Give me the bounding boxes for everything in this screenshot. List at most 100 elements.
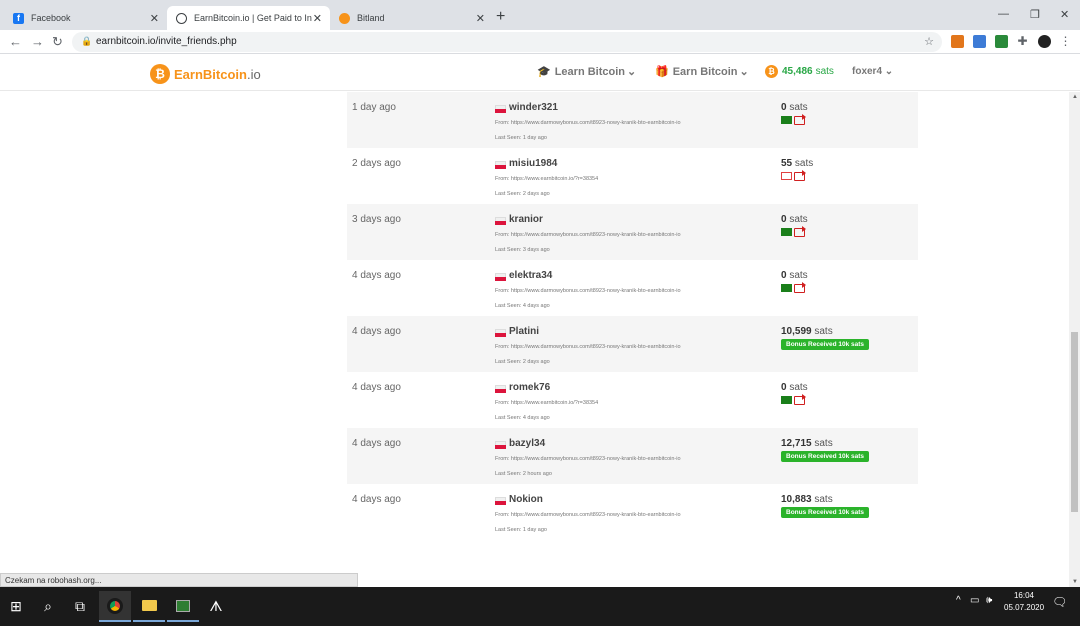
- close-window-button[interactable]: ✕: [1060, 8, 1069, 21]
- volume-icon[interactable]: 🕪: [986, 595, 992, 606]
- last-seen: Last Seen: 2 hours ago: [495, 471, 552, 477]
- page-scrollbar[interactable]: ▲ ▼: [1069, 92, 1080, 587]
- chevron-up-icon[interactable]: ^: [956, 595, 961, 606]
- balance-display[interactable]: ₿ 45,486 sats: [765, 65, 834, 78]
- tab-title: Bitland: [357, 13, 385, 23]
- file-explorer-icon[interactable]: [133, 591, 165, 622]
- share-icon[interactable]: [794, 394, 806, 405]
- referral-list: 1 day ago winder321 From: https://www.darm…: [0, 92, 1069, 587]
- poland-flag-icon: [495, 329, 506, 337]
- close-icon[interactable]: ✕: [150, 12, 159, 25]
- profile-icon[interactable]: [1038, 35, 1051, 48]
- close-icon[interactable]: ✕: [313, 12, 322, 25]
- envelope-icon[interactable]: [781, 228, 792, 236]
- joined-time: 4 days ago: [352, 438, 401, 449]
- search-icon[interactable]: ⌕: [32, 591, 64, 622]
- chevron-down-icon: ⌄: [884, 66, 894, 77]
- new-tab-button[interactable]: +: [496, 8, 505, 26]
- last-seen: Last Seen: 4 days ago: [495, 415, 550, 421]
- logo-io: .io: [246, 66, 261, 82]
- browser-tab-strip: f Facebook ✕ EarnBitcoin.io | Get Paid t…: [0, 0, 1080, 30]
- envelope-icon[interactable]: [781, 396, 792, 404]
- url-text[interactable]: earnbitcoin.io/invite_friends.php: [96, 36, 237, 47]
- windows-taskbar: ⊞ ⌕ ⧉ ᗑ ^ ▭ 🕪 16:04 05.07.2020 🗨: [0, 587, 1080, 626]
- earnbitcoin-logo[interactable]: ₿ EarnBitcoin.io: [150, 64, 261, 84]
- scroll-up-icon[interactable]: ▲: [1072, 94, 1078, 100]
- share-icon[interactable]: [794, 170, 806, 181]
- joined-time: 2 days ago: [352, 158, 401, 169]
- referral-source: From: https://www.darmowybonus.com/t8923…: [495, 288, 681, 294]
- share-icon[interactable]: [794, 282, 806, 293]
- tab-earnbitcoin[interactable]: EarnBitcoin.io | Get Paid to Invite ✕: [167, 6, 330, 30]
- joined-time: 4 days ago: [352, 382, 401, 393]
- close-icon[interactable]: ✕: [476, 12, 485, 25]
- referral-source: From: https://www.earnbitcoin.io/?r=3835…: [495, 176, 599, 182]
- extension-icon[interactable]: [973, 35, 986, 48]
- clock-date: 05.07.2020: [1004, 603, 1045, 612]
- last-seen: Last Seen: 1 day ago: [495, 527, 547, 533]
- referral-source: From: https://www.darmowybonus.com/t8923…: [495, 344, 681, 350]
- graduation-cap-icon: 🎓: [537, 66, 551, 78]
- balance-value: 45,486: [782, 66, 813, 77]
- tab-bitland[interactable]: Bitland ✕: [330, 6, 493, 30]
- logo-earn: Earn: [174, 66, 203, 82]
- sats-value: 55: [781, 158, 793, 169]
- kebab-menu-icon[interactable]: ⋮: [1059, 35, 1072, 48]
- notifications-icon[interactable]: 🗨: [1052, 595, 1067, 609]
- network-icon[interactable]: ▭: [970, 595, 979, 606]
- forward-arrow-icon[interactable]: →: [31, 34, 44, 49]
- task-view-icon[interactable]: ⧉: [64, 591, 96, 622]
- share-icon[interactable]: [794, 114, 806, 125]
- action-icons: [781, 226, 806, 237]
- reload-icon[interactable]: ↻: [52, 34, 63, 50]
- globe-icon: [176, 12, 187, 24]
- facebook-icon: f: [13, 12, 24, 24]
- windows-start-icon[interactable]: ⊞: [0, 591, 32, 622]
- menu-label: Learn Bitcoin: [554, 65, 625, 78]
- sats-value: 10,599: [781, 326, 812, 337]
- referral-username: winder321: [509, 102, 558, 113]
- address-bar[interactable]: 🔒 earnbitcoin.io/invite_friends.php ☆: [72, 32, 942, 52]
- metamask-icon[interactable]: [951, 35, 964, 48]
- browser-toolbar: ← → ↻ 🔒 earnbitcoin.io/invite_friends.ph…: [0, 30, 1080, 54]
- sats-unit: sats: [789, 382, 808, 393]
- bonus-badge: Bonus Received 10k sats: [781, 451, 870, 462]
- poland-flag-icon: [495, 385, 506, 393]
- share-icon[interactable]: [794, 226, 806, 237]
- aorus-app-icon[interactable]: ᗑ: [200, 591, 232, 622]
- puzzle-icon[interactable]: ✚: [1016, 35, 1029, 48]
- scroll-down-icon[interactable]: ▼: [1072, 579, 1078, 585]
- poland-flag-icon: [495, 497, 506, 505]
- username: foxer4: [852, 66, 883, 77]
- envelope-icon[interactable]: [781, 116, 792, 124]
- referral-row: 4 days ago bazyl34 From: https://www.darmo…: [347, 428, 918, 484]
- back-arrow-icon[interactable]: ←: [9, 34, 22, 49]
- minimize-button[interactable]: —: [998, 8, 1009, 20]
- star-icon[interactable]: ☆: [924, 35, 934, 48]
- bitcoin-icon: ₿: [150, 64, 170, 84]
- bonus-badge: Bonus Received 10k sats: [781, 339, 870, 350]
- sats-unit: sats: [789, 214, 808, 225]
- taskbar-clock[interactable]: 16:04 05.07.2020: [1004, 590, 1044, 614]
- user-menu[interactable]: foxer4 ⌄: [852, 66, 893, 77]
- chevron-down-icon: ⌄: [627, 66, 637, 78]
- envelope-icon[interactable]: [781, 284, 792, 292]
- scrollbar-thumb[interactable]: [1071, 332, 1078, 512]
- tab-facebook[interactable]: f Facebook ✕: [4, 6, 167, 30]
- referral-row: 1 day ago winder321 From: https://www.darm…: [347, 92, 918, 148]
- envelope-icon[interactable]: [781, 172, 792, 180]
- referral-source: From: https://www.darmowybonus.com/t8923…: [495, 456, 681, 462]
- tab-title: Facebook: [31, 13, 71, 23]
- referral-earnings: 12,715 sats: [781, 438, 833, 449]
- referral-earnings: 0 sats: [781, 270, 808, 281]
- menu-earn-bitcoin[interactable]: 🎁 Earn Bitcoin ⌄: [655, 65, 749, 79]
- poland-flag-icon: [495, 105, 506, 113]
- terminal-app-icon[interactable]: [167, 591, 199, 622]
- extension-icon[interactable]: [995, 35, 1008, 48]
- chrome-icon[interactable]: [99, 591, 131, 622]
- menu-learn-bitcoin[interactable]: 🎓 Learn Bitcoin ⌄: [537, 65, 637, 79]
- sats-value: 0: [781, 102, 787, 113]
- referral-row: 4 days ago Nokion From: https://www.darmow…: [347, 484, 918, 540]
- restore-button[interactable]: ❐: [1030, 8, 1040, 21]
- referral-source: From: https://www.earnbitcoin.io/?r=3835…: [495, 400, 599, 406]
